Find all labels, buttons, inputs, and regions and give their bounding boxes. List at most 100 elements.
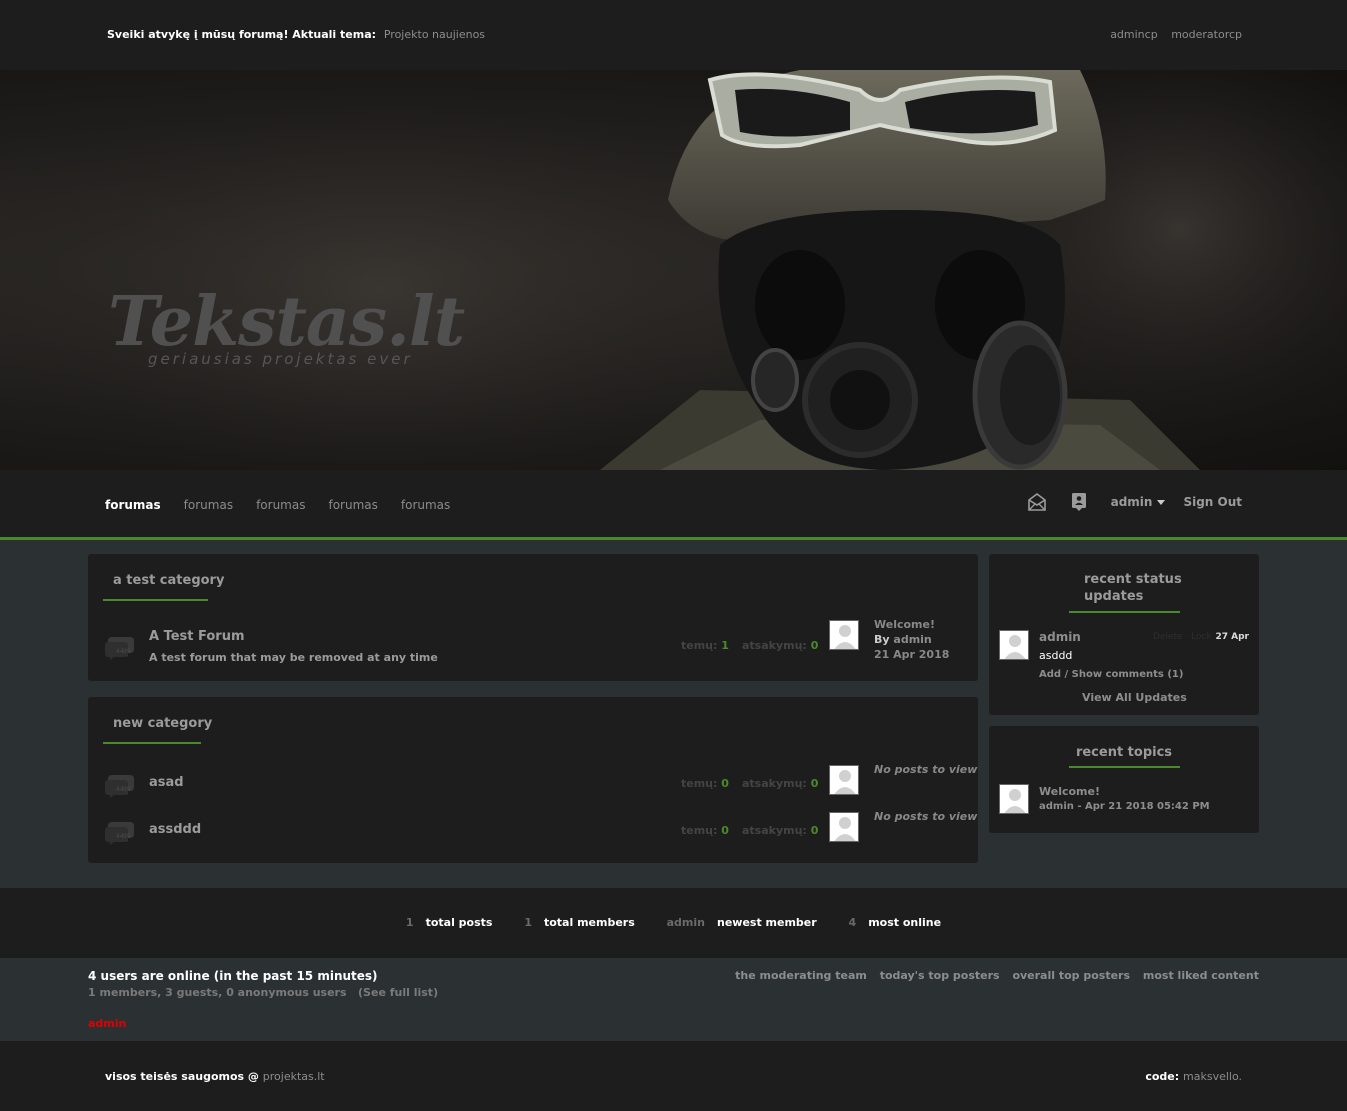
nav-item-forumas-4[interactable]: forumas: [328, 498, 377, 512]
current-topic-link[interactable]: Projekto naujienos: [384, 28, 485, 41]
topics-label: temų:: [681, 639, 718, 652]
caret-down-icon: [1157, 500, 1166, 505]
category-title[interactable]: new category: [113, 716, 212, 731]
by-label: By: [874, 633, 890, 646]
online-users-counts: 1 members, 3 guests, 0 anonymous users: [88, 986, 347, 999]
sign-out-link[interactable]: Sign Out: [1183, 495, 1242, 509]
copyright-text: visos teisės saugomos @: [105, 1070, 259, 1083]
nav-item-forumas-2[interactable]: forumas: [184, 498, 233, 512]
forum-row: 44 99 assddd temų: 0 atsakymų: 0 No post…: [88, 810, 978, 854]
header-banner: Tekstas.lt geriausias projektas ever: [0, 70, 1347, 470]
recent-topic-link[interactable]: Welcome!: [1039, 785, 1100, 798]
total-members-value: 1: [524, 916, 532, 929]
code-label: code:: [1145, 1070, 1180, 1083]
recent-topic-meta: admin - Apr 21 2018 05:42 PM: [1039, 801, 1210, 812]
nav-item-forumas-1[interactable]: forumas: [105, 498, 161, 512]
forum-bubble-icon: 44 99: [105, 637, 134, 660]
forum-name-link[interactable]: asad: [149, 775, 184, 790]
board-stats: 1 total posts 1 total members admin newest …: [0, 916, 1347, 929]
status-date: 27 Apr: [1215, 632, 1249, 642]
avatar[interactable]: [999, 630, 1029, 660]
replies-number: 0: [810, 777, 819, 790]
forum-name-link[interactable]: A Test Forum: [149, 629, 245, 644]
topics-label: temų:: [681, 824, 718, 837]
no-posts-text: No posts to view: [874, 763, 978, 776]
replies-label: atsakymų:: [742, 824, 807, 837]
status-title-line-1: recent status: [1084, 572, 1182, 587]
soldier-gas-mask-image: [0, 70, 1347, 470]
no-posts-text: No posts to view: [874, 810, 978, 823]
online-admin-link[interactable]: admin: [88, 1017, 438, 1030]
nav-item-forumas-5[interactable]: forumas: [401, 498, 450, 512]
online-quick-links: the moderating team today's top posters …: [726, 969, 1259, 982]
last-post-author-link[interactable]: admin: [893, 633, 931, 646]
welcome-text: Sveiki atvykę į mūsų forumą! Aktuali tem…: [107, 28, 485, 41]
user-menu: admin Sign Out: [1005, 492, 1242, 512]
replies-label: atsakymų:: [742, 639, 807, 652]
total-members-label: total members: [543, 916, 635, 929]
nav-item-forumas-3[interactable]: forumas: [256, 498, 305, 512]
replies-count: atsakymų: 0: [742, 639, 818, 652]
view-all-updates-link[interactable]: View All Updates: [1082, 691, 1187, 704]
welcome-label: Sveiki atvykę į mūsų forumą! Aktuali tem…: [107, 28, 377, 41]
top-bar: Sveiki atvykę į mūsų forumą! Aktuali tem…: [0, 0, 1347, 70]
status-text: asddd: [1039, 649, 1073, 662]
admincp-link[interactable]: admincp: [1110, 28, 1158, 41]
topics-label: temų:: [681, 777, 718, 790]
last-post-title[interactable]: Welcome!: [874, 617, 949, 632]
category-title[interactable]: a test category: [113, 573, 224, 588]
avatar[interactable]: [829, 620, 859, 650]
site-tagline: geriausias projektas ever: [148, 350, 413, 368]
category-panel-2: new category 44 99 asad temų: 0 atsakymų…: [88, 697, 978, 863]
online-users: 4 users are online (in the past 15 minut…: [88, 969, 438, 1030]
status-user-link[interactable]: admin: [1039, 630, 1081, 644]
copyright-link[interactable]: projektas.lt: [263, 1070, 325, 1083]
notification-icon[interactable]: [1069, 492, 1089, 512]
board-stats-bar: 1 total posts 1 total members admin newest …: [0, 888, 1347, 958]
status-updates-title: recent status updates: [989, 571, 1259, 605]
moderating-team-link[interactable]: the moderating team: [735, 969, 867, 982]
avatar[interactable]: [999, 784, 1029, 814]
last-post-date: 21 Apr 2018: [874, 648, 950, 661]
main-navbar: forumas forumas forumas forumas forumas …: [0, 470, 1347, 540]
topics-number: 1: [721, 639, 729, 652]
newest-member-label: newest member: [716, 916, 817, 929]
topics-number: 0: [721, 777, 729, 790]
envelope-icon[interactable]: [1027, 492, 1047, 512]
most-liked-content-link[interactable]: most liked content: [1143, 969, 1259, 982]
status-actions[interactable]: Delete · Lock: [1153, 632, 1212, 642]
overall-top-posters-link[interactable]: overall top posters: [1012, 969, 1130, 982]
user-dropdown[interactable]: admin: [1111, 495, 1166, 509]
newest-member-link[interactable]: admin: [667, 916, 705, 929]
svg-text:99: 99: [123, 648, 131, 655]
topics-number: 0: [721, 824, 729, 837]
total-posts-label: total posts: [425, 916, 493, 929]
avatar[interactable]: [829, 765, 859, 795]
todays-top-posters-link[interactable]: today's top posters: [880, 969, 1000, 982]
username-label: admin: [1110, 495, 1153, 509]
topics-count: temų: 1: [681, 639, 729, 652]
topics-count: temų: 0: [681, 777, 729, 790]
replies-count: atsakymų: 0: [742, 824, 818, 837]
moderatorcp-link[interactable]: moderatorcp: [1171, 28, 1242, 41]
recent-topics-underline: [1069, 766, 1180, 768]
category-underline: [103, 742, 201, 744]
category-underline: [103, 599, 208, 601]
code-credit: code: maksvello.: [1145, 1070, 1242, 1083]
see-full-list-link[interactable]: (See full list): [358, 986, 438, 999]
recent-topics-title: recent topics: [1075, 745, 1173, 760]
status-comments-link[interactable]: Add / Show comments (1): [1039, 669, 1183, 680]
forum-name-link[interactable]: assddd: [149, 822, 201, 837]
avatar[interactable]: [829, 812, 859, 842]
control-panel-links: admincp moderatorcp: [1100, 28, 1242, 41]
topics-count: temų: 0: [681, 824, 729, 837]
code-author-link[interactable]: maksvello.: [1183, 1070, 1242, 1083]
replies-number: 0: [810, 824, 819, 837]
status-title-line-2: updates: [1084, 589, 1144, 604]
recent-topics-panel: recent topics Welcome! admin - Apr 21 20…: [989, 726, 1259, 833]
online-users-breakdown: 1 members, 3 guests, 0 anonymous users (…: [88, 986, 438, 999]
forum-row: 44 99 asad temų: 0 atsakymų: 0 No posts …: [88, 763, 978, 807]
total-posts-value: 1: [405, 916, 414, 929]
forum-bubble-icon: 44 99: [105, 775, 134, 798]
forum-row: 44 99 A Test Forum A test forum that may…: [88, 618, 978, 669]
